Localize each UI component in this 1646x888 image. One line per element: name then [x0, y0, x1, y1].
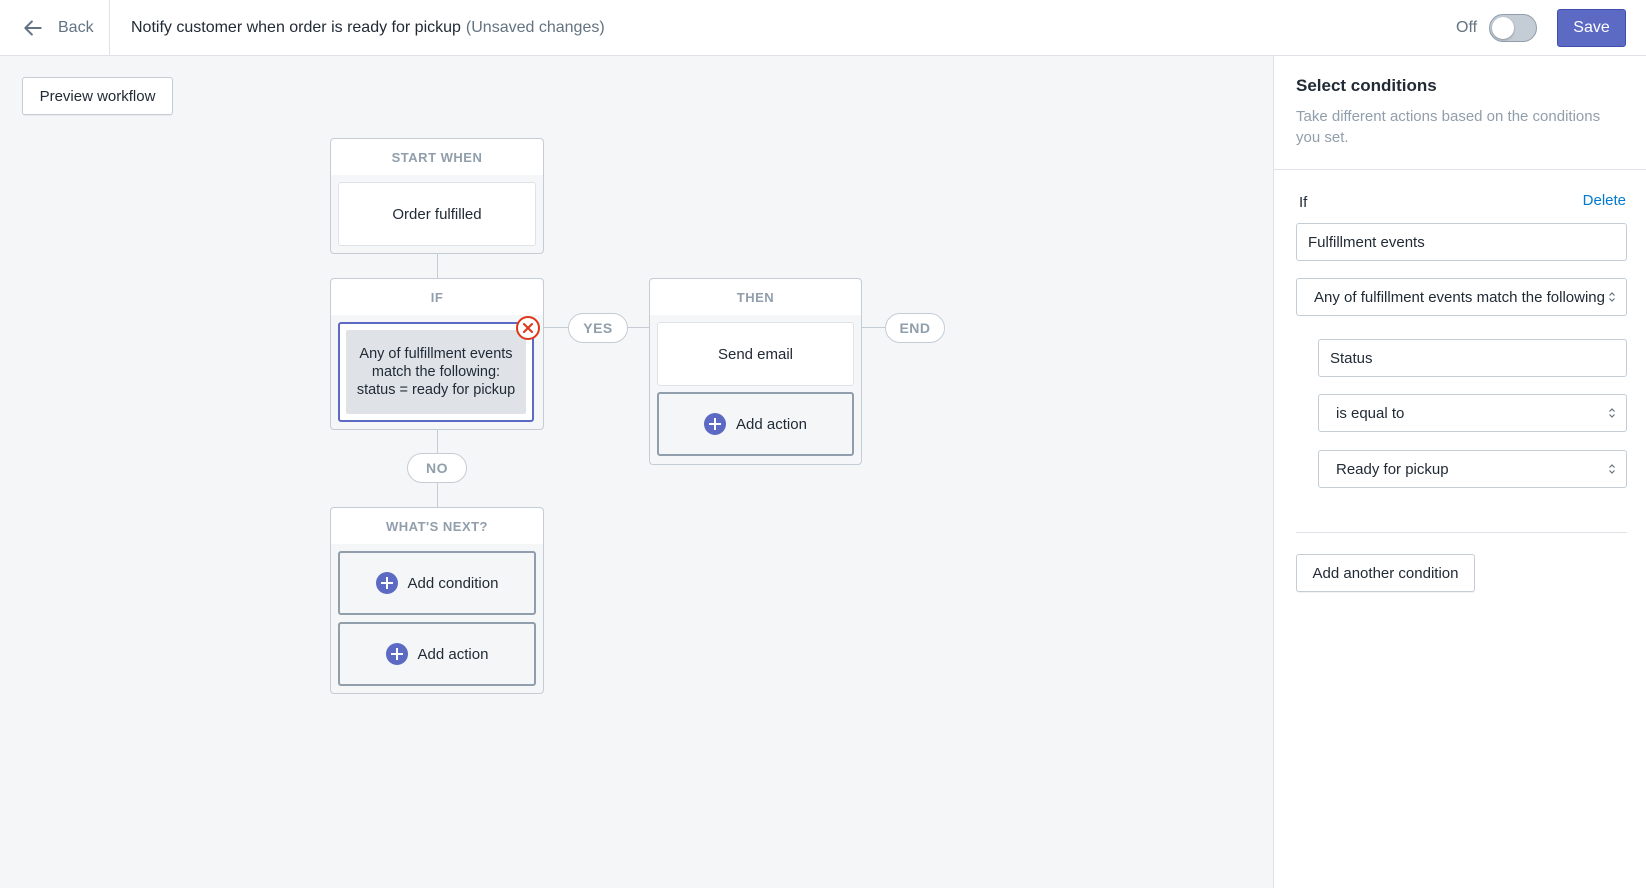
close-icon: [523, 323, 533, 333]
add-condition-button[interactable]: Add condition: [338, 551, 536, 615]
panel-subtitle: Take different actions based on the cond…: [1296, 108, 1601, 146]
if-card: IF Any of fulfillment events match the f…: [330, 278, 544, 430]
toggle-knob: [1492, 17, 1515, 39]
connector-start-if: [437, 253, 438, 279]
operator-select[interactable]: is equal to: [1318, 394, 1627, 432]
conditions-panel: Select conditions Take different actions…: [1273, 56, 1646, 888]
back-button[interactable]: Back: [0, 0, 110, 56]
condition-text: Any of fulfillment events match the foll…: [346, 330, 526, 414]
if-heading: IF: [331, 279, 543, 315]
condition-item[interactable]: Any of fulfillment events match the foll…: [338, 322, 534, 422]
no-branch-label: NO: [407, 453, 467, 483]
workflow-enable-toggle[interactable]: [1489, 14, 1538, 42]
connector-then-end: [861, 327, 885, 328]
plus-icon: [704, 413, 727, 435]
add-action-button-next[interactable]: Add action: [338, 622, 536, 686]
start-when-card: START WHEN Order fulfilled: [330, 138, 544, 254]
connector-yes-then: [626, 327, 650, 328]
remove-condition-button[interactable]: [516, 316, 540, 340]
top-bar: Back Notify customer when order is ready…: [0, 0, 1646, 56]
add-condition-label: Add condition: [407, 574, 499, 592]
property-value: Status: [1330, 349, 1373, 367]
event-type-value: Fulfillment events: [1308, 233, 1425, 251]
value-select-value: Ready for pickup: [1336, 460, 1449, 478]
arrow-left-icon: [24, 20, 42, 36]
plus-icon: [375, 572, 398, 594]
add-another-condition-button[interactable]: Add another condition: [1296, 554, 1475, 592]
yes-branch-label: YES: [568, 313, 628, 343]
operator-value: is equal to: [1336, 404, 1405, 422]
select-caret-icon: [1609, 408, 1615, 418]
end-label: END: [885, 313, 945, 343]
plus-icon: [385, 643, 408, 665]
add-action-label: Add action: [417, 645, 489, 663]
property-field[interactable]: Status: [1318, 339, 1627, 377]
send-email-action[interactable]: Send email: [657, 322, 854, 386]
workflow-title: Notify customer when order is ready for …: [131, 19, 461, 36]
panel-title: Select conditions: [1296, 76, 1437, 95]
value-select[interactable]: Ready for pickup: [1318, 450, 1627, 488]
delete-condition-link[interactable]: Delete: [1583, 192, 1626, 209]
preview-workflow-button[interactable]: Preview workflow: [22, 77, 173, 115]
select-caret-icon: [1609, 464, 1615, 474]
if-label: If: [1299, 194, 1308, 211]
trigger-item[interactable]: Order fulfilled: [338, 182, 536, 246]
select-caret-icon: [1609, 292, 1615, 302]
unsaved-changes-note: (Unsaved changes): [465, 19, 605, 36]
panel-header: Select conditions Take different actions…: [1274, 56, 1646, 170]
start-when-heading: START WHEN: [331, 139, 543, 175]
page-title: Notify customer when order is ready for …: [131, 0, 605, 56]
save-button[interactable]: Save: [1557, 9, 1626, 47]
whats-next-heading: WHAT'S NEXT?: [331, 508, 543, 544]
connector-if-yes: [543, 327, 569, 328]
add-action-button[interactable]: Add action: [657, 392, 854, 456]
add-action-label: Add action: [736, 415, 807, 433]
toggle-label: Off: [1456, 19, 1478, 36]
then-card: THEN Send email Add action: [649, 278, 862, 465]
workflow-toggle-group: Off: [1456, 12, 1538, 44]
panel-divider: [1296, 532, 1627, 533]
connector-no-next: [437, 483, 438, 507]
whats-next-card: WHAT'S NEXT? Add condition Add action: [330, 507, 544, 694]
match-type-select[interactable]: Any of fulfillment events match the foll…: [1296, 278, 1627, 316]
event-type-field[interactable]: Fulfillment events: [1296, 223, 1627, 261]
back-label: Back: [58, 19, 94, 36]
connector-if-no: [437, 429, 438, 453]
then-heading: THEN: [650, 279, 861, 315]
match-type-value: Any of fulfillment events match the foll…: [1314, 288, 1605, 306]
